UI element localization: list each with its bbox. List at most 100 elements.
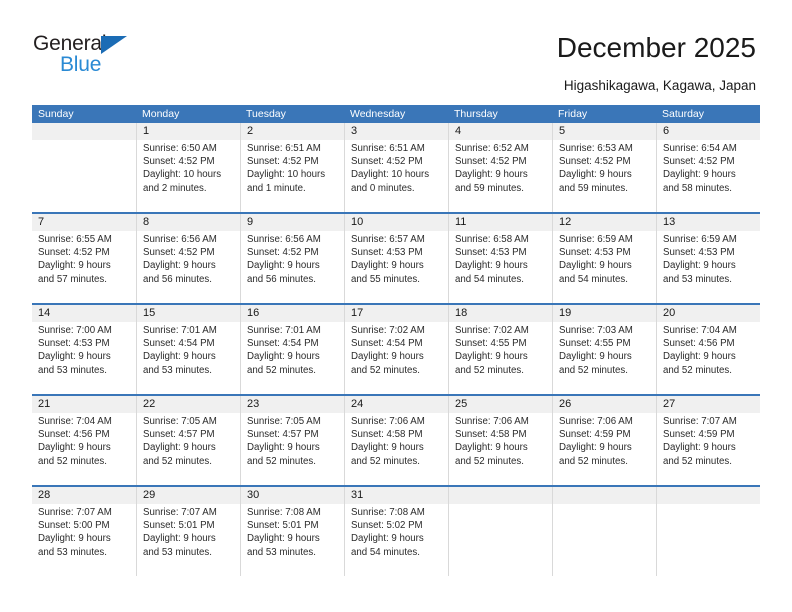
sunrise-text: Sunrise: 7:05 AM <box>247 416 321 427</box>
day-cell[interactable]: Sunrise: 7:05 AM Sunset: 4:57 PM Dayligh… <box>240 413 344 485</box>
day-cell[interactable]: Sunrise: 6:50 AM Sunset: 4:52 PM Dayligh… <box>136 140 240 212</box>
day-number[interactable]: 29 <box>136 487 240 504</box>
day-cell[interactable]: Sunrise: 7:06 AM Sunset: 4:58 PM Dayligh… <box>448 413 552 485</box>
day-cell[interactable] <box>552 504 656 576</box>
day-number[interactable] <box>656 487 760 504</box>
day-cell[interactable]: Sunrise: 6:59 AM Sunset: 4:53 PM Dayligh… <box>656 231 760 303</box>
day-cell[interactable]: Sunrise: 6:57 AM Sunset: 4:53 PM Dayligh… <box>344 231 448 303</box>
sunrise-text: Sunrise: 7:06 AM <box>351 416 425 427</box>
day-cell[interactable]: Sunrise: 6:59 AM Sunset: 4:53 PM Dayligh… <box>552 231 656 303</box>
daylight-text-line1: Daylight: 9 hours <box>247 442 320 454</box>
day-number[interactable]: 27 <box>656 396 760 413</box>
day-number[interactable]: 15 <box>136 305 240 322</box>
day-cell[interactable]: Sunrise: 7:08 AM Sunset: 5:02 PM Dayligh… <box>344 504 448 576</box>
day-cell[interactable]: Sunrise: 7:04 AM Sunset: 4:56 PM Dayligh… <box>656 322 760 394</box>
day-number[interactable]: 9 <box>240 214 344 231</box>
day-cell[interactable]: Sunrise: 7:02 AM Sunset: 4:54 PM Dayligh… <box>344 322 448 394</box>
day-cell[interactable]: Sunrise: 6:52 AM Sunset: 4:52 PM Dayligh… <box>448 140 552 212</box>
day-number[interactable]: 5 <box>552 123 656 140</box>
day-number[interactable]: 24 <box>344 396 448 413</box>
day-number-band: 1 2 3 4 5 6 <box>32 123 760 140</box>
day-number[interactable]: 14 <box>32 305 136 322</box>
day-cell[interactable]: Sunrise: 7:06 AM Sunset: 4:58 PM Dayligh… <box>344 413 448 485</box>
daylight-text-line1: Daylight: 9 hours <box>38 351 111 363</box>
sunrise-text: Sunrise: 7:04 AM <box>38 416 112 427</box>
day-number[interactable]: 8 <box>136 214 240 231</box>
day-cell[interactable]: Sunrise: 7:07 AM Sunset: 5:00 PM Dayligh… <box>32 504 136 576</box>
day-number[interactable]: 21 <box>32 396 136 413</box>
day-number[interactable] <box>32 123 136 140</box>
day-number[interactable]: 3 <box>344 123 448 140</box>
sunset-text: Sunset: 4:52 PM <box>663 156 735 168</box>
daylight-text-line2: and 54 minutes. <box>455 273 524 285</box>
day-cell[interactable]: Sunrise: 7:01 AM Sunset: 4:54 PM Dayligh… <box>240 322 344 394</box>
day-cell[interactable]: Sunrise: 7:04 AM Sunset: 4:56 PM Dayligh… <box>32 413 136 485</box>
sunset-text: Sunset: 4:57 PM <box>247 429 319 441</box>
day-number[interactable]: 11 <box>448 214 552 231</box>
day-number[interactable]: 12 <box>552 214 656 231</box>
day-number[interactable]: 10 <box>344 214 448 231</box>
day-cell[interactable]: Sunrise: 7:02 AM Sunset: 4:55 PM Dayligh… <box>448 322 552 394</box>
daylight-text-line1: Daylight: 9 hours <box>663 442 736 454</box>
sunset-text: Sunset: 4:52 PM <box>38 247 110 259</box>
day-number[interactable] <box>552 487 656 504</box>
day-cell[interactable]: Sunrise: 7:06 AM Sunset: 4:59 PM Dayligh… <box>552 413 656 485</box>
sunrise-text: Sunrise: 6:51 AM <box>351 143 425 154</box>
day-cell[interactable]: Sunrise: 6:56 AM Sunset: 4:52 PM Dayligh… <box>240 231 344 303</box>
generalblue-logo: General Blue <box>33 33 143 81</box>
day-number[interactable]: 19 <box>552 305 656 322</box>
calendar-table: Sunday Monday Tuesday Wednesday Thursday… <box>32 105 760 576</box>
sunset-text: Sunset: 5:02 PM <box>351 520 423 532</box>
day-number[interactable]: 25 <box>448 396 552 413</box>
day-number[interactable]: 6 <box>656 123 760 140</box>
day-number[interactable]: 20 <box>656 305 760 322</box>
week-row: 1 2 3 4 5 6 Sunrise: 6:50 AM Sunset: 4:5… <box>32 123 760 212</box>
day-number[interactable]: 18 <box>448 305 552 322</box>
day-cell[interactable]: Sunrise: 7:03 AM Sunset: 4:55 PM Dayligh… <box>552 322 656 394</box>
sunrise-text: Sunrise: 7:01 AM <box>247 325 321 336</box>
day-cell[interactable]: Sunrise: 6:51 AM Sunset: 4:52 PM Dayligh… <box>344 140 448 212</box>
day-number[interactable] <box>448 487 552 504</box>
day-cell[interactable]: Sunrise: 7:07 AM Sunset: 5:01 PM Dayligh… <box>136 504 240 576</box>
day-cell[interactable]: Sunrise: 7:07 AM Sunset: 4:59 PM Dayligh… <box>656 413 760 485</box>
day-number[interactable]: 17 <box>344 305 448 322</box>
daylight-text-line1: Daylight: 9 hours <box>455 442 528 454</box>
sunset-text: Sunset: 5:01 PM <box>143 520 215 532</box>
day-number[interactable]: 30 <box>240 487 344 504</box>
day-number-band: 7 8 9 10 11 12 13 <box>32 214 760 231</box>
day-number[interactable]: 22 <box>136 396 240 413</box>
day-number[interactable]: 13 <box>656 214 760 231</box>
day-cell[interactable]: Sunrise: 6:55 AM Sunset: 4:52 PM Dayligh… <box>32 231 136 303</box>
day-cell[interactable] <box>32 140 136 212</box>
day-cell[interactable]: Sunrise: 6:53 AM Sunset: 4:52 PM Dayligh… <box>552 140 656 212</box>
sunrise-text: Sunrise: 6:59 AM <box>663 234 737 245</box>
day-cell[interactable]: Sunrise: 7:08 AM Sunset: 5:01 PM Dayligh… <box>240 504 344 576</box>
day-number[interactable]: 31 <box>344 487 448 504</box>
day-number[interactable]: 16 <box>240 305 344 322</box>
day-cell[interactable]: Sunrise: 7:00 AM Sunset: 4:53 PM Dayligh… <box>32 322 136 394</box>
daylight-text-line1: Daylight: 9 hours <box>38 533 111 545</box>
daylight-text-line1: Daylight: 9 hours <box>663 169 736 181</box>
weekday-header-wednesday: Wednesday <box>350 108 406 120</box>
day-number[interactable]: 23 <box>240 396 344 413</box>
day-cell[interactable]: Sunrise: 6:56 AM Sunset: 4:52 PM Dayligh… <box>136 231 240 303</box>
day-number[interactable]: 28 <box>32 487 136 504</box>
day-cell[interactable] <box>448 504 552 576</box>
day-cell[interactable]: Sunrise: 7:05 AM Sunset: 4:57 PM Dayligh… <box>136 413 240 485</box>
sunset-text: Sunset: 5:01 PM <box>247 520 319 532</box>
day-number[interactable]: 4 <box>448 123 552 140</box>
sunrise-text: Sunrise: 6:54 AM <box>663 143 737 154</box>
day-cell[interactable] <box>656 504 760 576</box>
day-cell[interactable]: Sunrise: 6:51 AM Sunset: 4:52 PM Dayligh… <box>240 140 344 212</box>
day-number[interactable]: 7 <box>32 214 136 231</box>
sunrise-text: Sunrise: 6:52 AM <box>455 143 529 154</box>
day-number[interactable]: 1 <box>136 123 240 140</box>
day-number[interactable]: 26 <box>552 396 656 413</box>
day-cell[interactable]: Sunrise: 6:54 AM Sunset: 4:52 PM Dayligh… <box>656 140 760 212</box>
day-cell[interactable]: Sunrise: 7:01 AM Sunset: 4:54 PM Dayligh… <box>136 322 240 394</box>
daylight-text-line2: and 52 minutes. <box>351 364 420 376</box>
sunset-text: Sunset: 4:55 PM <box>455 338 527 350</box>
day-number[interactable]: 2 <box>240 123 344 140</box>
day-cell[interactable]: Sunrise: 6:58 AM Sunset: 4:53 PM Dayligh… <box>448 231 552 303</box>
sunrise-text: Sunrise: 6:58 AM <box>455 234 529 245</box>
